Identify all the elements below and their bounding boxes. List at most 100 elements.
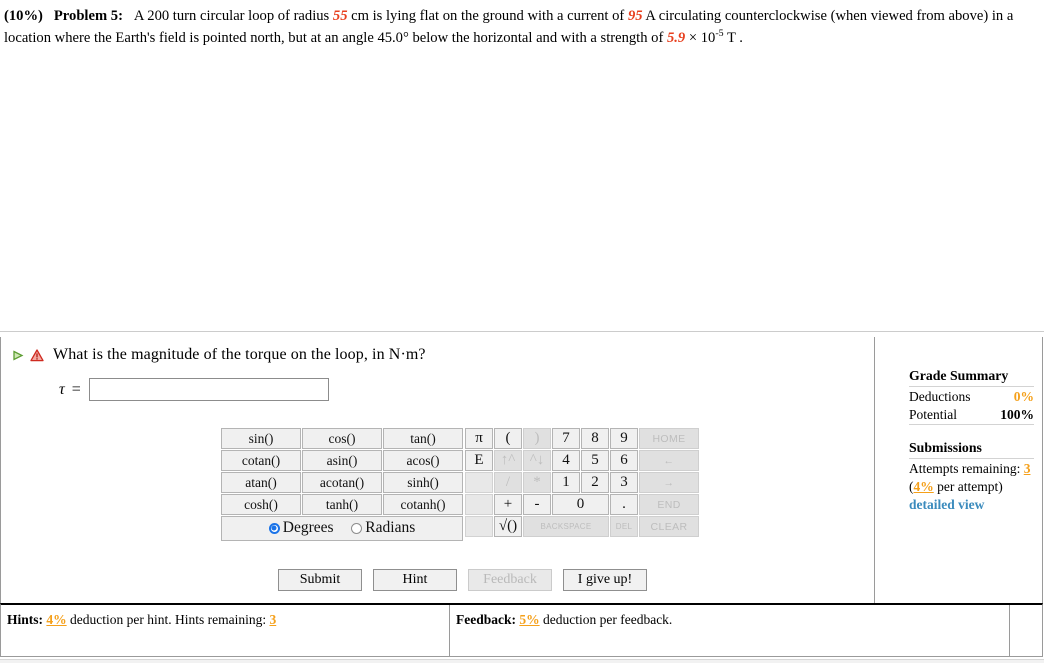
problem-text-seg2: cm is lying flat on the ground with a cu… (347, 8, 628, 24)
fn-button-cotan[interactable]: cotan() (221, 450, 301, 471)
function-row: sin() cos() tan() (221, 428, 463, 449)
fn-button-atan[interactable]: atan() (221, 472, 301, 493)
answer-row: τ = (1, 364, 874, 401)
potential-row: Potential 100% (909, 406, 1034, 425)
value-field: 5.9 (666, 29, 686, 46)
fn-button-tanh[interactable]: tanh() (302, 494, 382, 515)
question-text: What is the magnitude of the torque on t… (53, 346, 426, 363)
key-delete: DEL (610, 516, 638, 537)
key-arrow-left-icon: ← (639, 450, 699, 471)
key-multiply: * (523, 472, 551, 493)
angle-mode-row: Degrees Radians (221, 516, 463, 541)
fn-button-acotan[interactable]: acotan() (302, 472, 382, 493)
section-divider (0, 331, 1044, 332)
feedback-deduction-value: 5% (519, 612, 540, 627)
calculator-keypad: sin() cos() tan() cotan() asin() acos() … (220, 427, 700, 542)
key-home: HOME (639, 428, 699, 449)
radio-radians-label: Radians (365, 519, 416, 537)
hints-text: deduction per hint. Hints remaining: (66, 612, 267, 627)
function-row: cosh() tanh() cotanh() (221, 494, 463, 515)
hints-label: Hints: (7, 612, 44, 627)
problem-statement: (10%) Problem 5: A 200 turn circular loo… (0, 0, 1044, 48)
key-end: END (639, 494, 699, 515)
key-4[interactable]: 4 (552, 450, 580, 471)
key-0[interactable]: 0 (552, 494, 609, 515)
key-8[interactable]: 8 (581, 428, 609, 449)
give-up-button[interactable]: I give up! (563, 569, 647, 591)
function-row: atan() acotan() sinh() (221, 472, 463, 493)
fn-button-cosh[interactable]: cosh() (221, 494, 301, 515)
play-triangle-icon[interactable] (7, 346, 27, 362)
key-7[interactable]: 7 (552, 428, 580, 449)
key-decimal-point[interactable]: . (610, 494, 638, 515)
key-6[interactable]: 6 (610, 450, 638, 471)
key-minus[interactable]: - (523, 494, 551, 515)
keypad-row: / * 1 2 3 → (465, 472, 699, 493)
hints-cell: Hints: 4% deduction per hint. Hints rema… (1, 605, 450, 656)
radio-radians[interactable]: Radians (351, 519, 415, 537)
key-e[interactable]: E (465, 450, 493, 471)
fn-button-cotanh[interactable]: cotanh() (383, 494, 463, 515)
key-divide: / (494, 472, 522, 493)
angle-mode-cell: Degrees Radians (221, 516, 463, 541)
fn-button-sinh[interactable]: sinh() (383, 472, 463, 493)
fn-button-cos[interactable]: cos() (302, 428, 382, 449)
feedback-label: Feedback: (456, 612, 516, 627)
radio-degrees-label: Degrees (282, 519, 334, 537)
key-5[interactable]: 5 (581, 450, 609, 471)
potential-label: Potential (909, 407, 957, 422)
keypad-row: + - 0 . END (465, 494, 699, 515)
key-blank (465, 494, 493, 515)
detailed-view-link[interactable]: detailed view (909, 496, 1034, 513)
variable-label: τ (59, 380, 65, 398)
fn-button-sin[interactable]: sin() (221, 428, 301, 449)
problem-text-seg4: × 10 (685, 29, 716, 46)
key-paren-open[interactable]: ( (494, 428, 522, 449)
deductions-label: Deductions (909, 389, 971, 404)
key-clear: CLEAR (639, 516, 699, 537)
key-pi[interactable]: π (465, 428, 493, 449)
fn-button-acos[interactable]: acos() (383, 450, 463, 471)
submit-button[interactable]: Submit (278, 569, 362, 591)
key-paren-close: ) (523, 428, 551, 449)
per-attempt-rest: per attempt) (933, 479, 1003, 494)
radio-degrees-indicator[interactable] (268, 522, 280, 534)
keypad-row: E ↑^ ^↓ 4 5 6 ← (465, 450, 699, 471)
hints-feedback-bar: Hints: 4% deduction per hint. Hints rema… (0, 603, 1043, 657)
radio-radians-indicator[interactable] (351, 522, 363, 534)
hints-remaining-value: 3 (269, 612, 277, 627)
question-row: What is the magnitude of the torque on t… (1, 337, 874, 364)
feedback-button: Feedback (468, 569, 552, 591)
key-blank (465, 472, 493, 493)
fn-button-asin[interactable]: asin() (302, 450, 382, 471)
deductions-row: Deductions 0% (909, 388, 1034, 406)
key-9[interactable]: 9 (610, 428, 638, 449)
keypad-row: π ( ) 7 8 9 HOME (465, 428, 699, 449)
key-2[interactable]: 2 (581, 472, 609, 493)
value-radius: 55 (332, 8, 348, 24)
attempts-remaining-label: Attempts remaining: (909, 461, 1021, 476)
equals-sign: = (71, 380, 81, 398)
key-1[interactable]: 1 (552, 472, 580, 493)
key-plus[interactable]: + (494, 494, 522, 515)
radio-degrees[interactable]: Degrees (268, 519, 334, 537)
potential-value: 100% (1000, 407, 1034, 422)
key-backspace: BACKSPACE (523, 516, 609, 537)
per-attempt-value: 4% (913, 479, 934, 494)
hint-button[interactable]: Hint (373, 569, 457, 591)
problem-label: Problem 5: (53, 8, 123, 24)
answer-input[interactable] (88, 378, 329, 401)
problem-text-seg5: T . (723, 29, 743, 46)
key-blank (465, 516, 493, 537)
problem-text-seg1: A 200 turn circular loop of radius (133, 8, 333, 24)
deductions-value: 0% (1013, 389, 1034, 404)
grade-summary-panel: Grade Summary Deductions 0% Potential 10… (876, 337, 1044, 603)
fn-button-tan[interactable]: tan() (383, 428, 463, 449)
key-power-down-icon: ^↓ (523, 450, 551, 471)
page-bottom-edge (0, 659, 1044, 663)
numeric-keypad: π ( ) 7 8 9 HOME E ↑^ ^↓ 4 5 6 ← / * 1 2… (464, 427, 700, 538)
key-3[interactable]: 3 (610, 472, 638, 493)
key-sqrt[interactable]: √() (494, 516, 522, 537)
attempts-remaining-row: Attempts remaining: 3 (909, 460, 1034, 478)
